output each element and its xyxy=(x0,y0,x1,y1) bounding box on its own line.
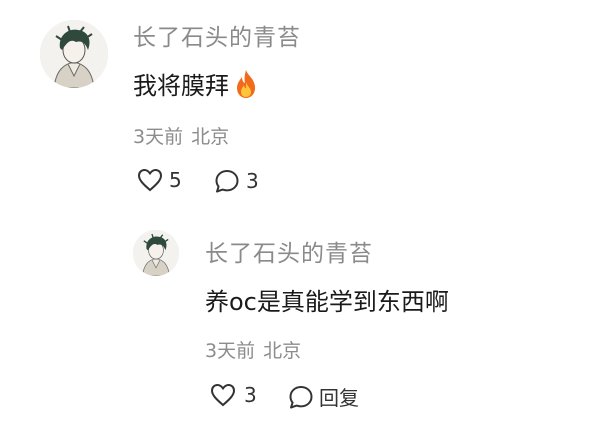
comment-time: 3天前 xyxy=(133,126,184,148)
comment-text: 我将膜拜 xyxy=(133,66,259,101)
like-button[interactable]: 5 xyxy=(137,168,182,192)
avatar[interactable] xyxy=(40,20,108,88)
comment-username[interactable]: 长了石头的青苔 xyxy=(133,18,301,52)
reply-count: 3 xyxy=(246,169,259,193)
comment-meta: 3天前 北京 xyxy=(133,122,229,149)
reply-button[interactable]: 3 xyxy=(214,168,259,194)
comment-text-label: 我将膜拜 xyxy=(133,72,229,100)
reply-meta: 3天前 北京 xyxy=(205,336,301,363)
heart-icon xyxy=(210,383,236,407)
reply-to-reply-button[interactable]: 回复 xyxy=(288,382,359,411)
comment-icon xyxy=(215,170,239,193)
reply-location: 北京 xyxy=(263,340,302,362)
reply-avatar[interactable] xyxy=(133,230,179,276)
reply-avatar-image xyxy=(133,230,179,276)
comment-location: 北京 xyxy=(191,126,230,148)
reply-time: 3天前 xyxy=(205,340,256,362)
reply-like-button[interactable]: 3 xyxy=(210,383,257,407)
reply-username[interactable]: 长了石头的青苔 xyxy=(205,234,373,268)
reply-text: 养oc是真能学到东西啊 xyxy=(205,288,449,316)
avatar-image xyxy=(40,20,108,88)
heart-icon xyxy=(137,168,163,192)
fire-icon xyxy=(233,69,259,99)
comment-icon xyxy=(289,385,313,408)
reply-label: 回复 xyxy=(319,386,359,410)
like-count: 5 xyxy=(169,168,182,192)
reply-like-count: 3 xyxy=(244,383,257,407)
